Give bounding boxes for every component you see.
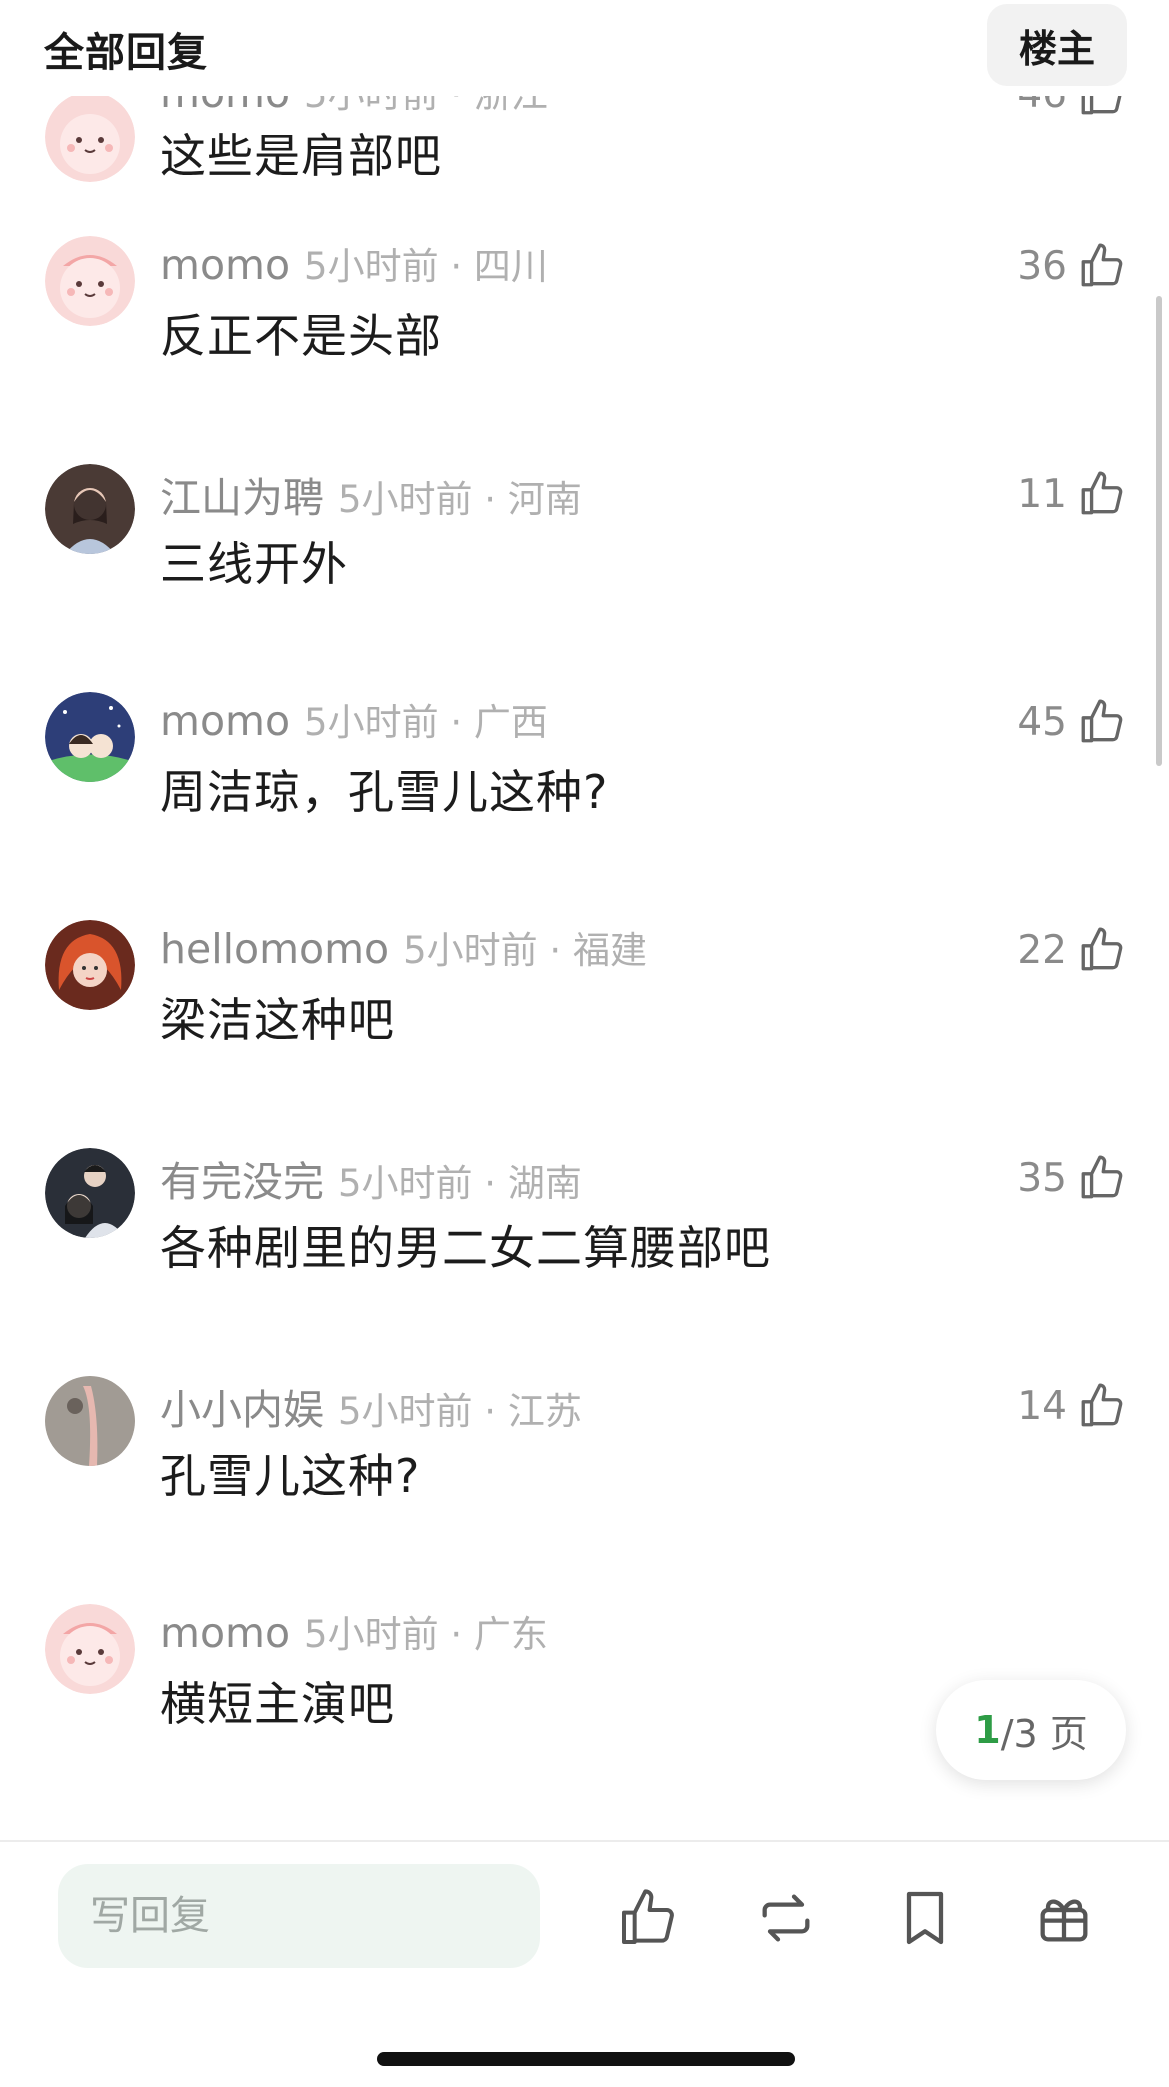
username[interactable]: 有完没完 xyxy=(160,1148,324,1208)
scrollbar[interactable] xyxy=(1156,296,1162,766)
repost-icon[interactable] xyxy=(754,1886,818,1950)
thumbs-up-icon xyxy=(1081,471,1123,515)
comment-item: hellomomo 5小时前 · 福建 梁洁这种吧 22 xyxy=(0,920,1169,1148)
reply-input[interactable] xyxy=(58,1864,540,1968)
thumbs-up-icon xyxy=(1081,1383,1123,1427)
comment-text: 梁洁这种吧 xyxy=(160,993,395,1047)
comment-text: 反正不是头部 xyxy=(160,309,442,363)
avatar[interactable] xyxy=(45,1376,135,1466)
thumbs-up-icon xyxy=(1081,1155,1123,1199)
comment-meta: momo 5小时前 · 广东 xyxy=(160,1604,548,1664)
current-page: 1 xyxy=(974,1708,1001,1752)
comment-text: 三线开外 xyxy=(160,537,348,591)
avatar[interactable] xyxy=(45,920,135,1010)
avatar[interactable] xyxy=(45,692,135,782)
comment-meta: 小小内娱 5小时前 · 江苏 xyxy=(160,1376,582,1436)
comment-meta: 有完没完 5小时前 · 湖南 xyxy=(160,1148,582,1208)
comment-text: 这些是肩部吧 xyxy=(160,129,442,183)
username[interactable]: momo xyxy=(160,697,290,745)
avatar[interactable] xyxy=(45,92,135,182)
comment-meta: hellomomo 5小时前 · 福建 xyxy=(160,920,647,980)
time-location: 5小时前 · 广东 xyxy=(304,1613,548,1656)
op-only-button[interactable]: 楼主 xyxy=(987,4,1127,86)
thumbs-up-icon xyxy=(1081,243,1123,287)
comment-item: momo 5小时前 · 广西 周洁琼，孔雪儿这种? 45 xyxy=(0,692,1169,920)
time-location: 5小时前 · 广西 xyxy=(304,701,548,744)
time-location: 5小时前 · 福建 xyxy=(403,929,647,972)
comment-item: 小小内娱 5小时前 · 江苏 孔雪儿这种? 14 xyxy=(0,1376,1169,1604)
comment-item: 江山为聘 5小时前 · 河南 三线开外 11 xyxy=(0,464,1169,692)
comment-meta: 江山为聘 5小时前 · 河南 xyxy=(160,464,582,524)
comment-text: 横短主演吧 xyxy=(160,1677,395,1731)
like-count: 36 xyxy=(1017,243,1067,289)
comment-list: momo 5小时前 · 浙江 这些是肩部吧 46 momo 5小时前 · 四川 … xyxy=(0,0,1169,1840)
avatar[interactable] xyxy=(45,236,135,326)
time-location: 5小时前 · 四川 xyxy=(304,245,548,288)
like-count: 35 xyxy=(1017,1155,1067,1201)
comment-meta: momo 5小时前 · 四川 xyxy=(160,236,548,296)
bookmark-icon[interactable] xyxy=(893,1886,957,1950)
comment-item: 有完没完 5小时前 · 湖南 各种剧里的男二女二算腰部吧 35 xyxy=(0,1148,1169,1376)
username[interactable]: momo xyxy=(160,1609,290,1657)
username[interactable]: momo xyxy=(160,241,290,289)
bottom-action-bar xyxy=(0,1840,1169,2087)
comment-text: 各种剧里的男二女二算腰部吧 xyxy=(160,1221,771,1275)
time-location: 5小时前 · 河南 xyxy=(338,478,582,521)
home-indicator[interactable] xyxy=(377,2052,795,2066)
like-count: 45 xyxy=(1017,699,1067,745)
username[interactable]: 小小内娱 xyxy=(160,1376,324,1436)
like-count: 11 xyxy=(1017,471,1067,517)
username[interactable]: 江山为聘 xyxy=(160,464,324,524)
avatar[interactable] xyxy=(45,1604,135,1694)
like-count: 14 xyxy=(1017,1383,1067,1429)
thumbs-up-icon xyxy=(1081,927,1123,971)
username[interactable]: hellomomo xyxy=(160,925,389,973)
thumbs-up-icon[interactable] xyxy=(616,1886,680,1950)
header: 全部回复 楼主 xyxy=(0,0,1169,96)
comment-meta: momo 5小时前 · 广西 xyxy=(160,692,548,752)
avatar[interactable] xyxy=(45,464,135,554)
time-location: 5小时前 · 江苏 xyxy=(338,1390,582,1433)
total-pages: /3 页 xyxy=(1000,1711,1088,1756)
gift-icon[interactable] xyxy=(1032,1886,1096,1950)
thumbs-up-icon xyxy=(1081,699,1123,743)
avatar[interactable] xyxy=(45,1148,135,1238)
comment-text: 孔雪儿这种? xyxy=(160,1449,421,1503)
page-indicator[interactable]: 1/3 页 xyxy=(936,1680,1126,1780)
like-button[interactable]: 36 xyxy=(1017,236,1127,296)
time-location: 5小时前 · 湖南 xyxy=(338,1162,582,1205)
page-title: 全部回复 xyxy=(44,30,208,76)
comment-text: 周洁琼，孔雪儿这种? xyxy=(160,765,609,819)
like-button[interactable]: 22 xyxy=(1017,920,1127,980)
comment-item: momo 5小时前 · 四川 反正不是头部 36 xyxy=(0,236,1169,464)
like-button[interactable]: 45 xyxy=(1017,692,1127,752)
like-button[interactable]: 11 xyxy=(1017,464,1127,524)
like-button[interactable]: 14 xyxy=(1017,1376,1127,1436)
like-count: 22 xyxy=(1017,927,1067,973)
like-button[interactable]: 35 xyxy=(1017,1148,1127,1208)
